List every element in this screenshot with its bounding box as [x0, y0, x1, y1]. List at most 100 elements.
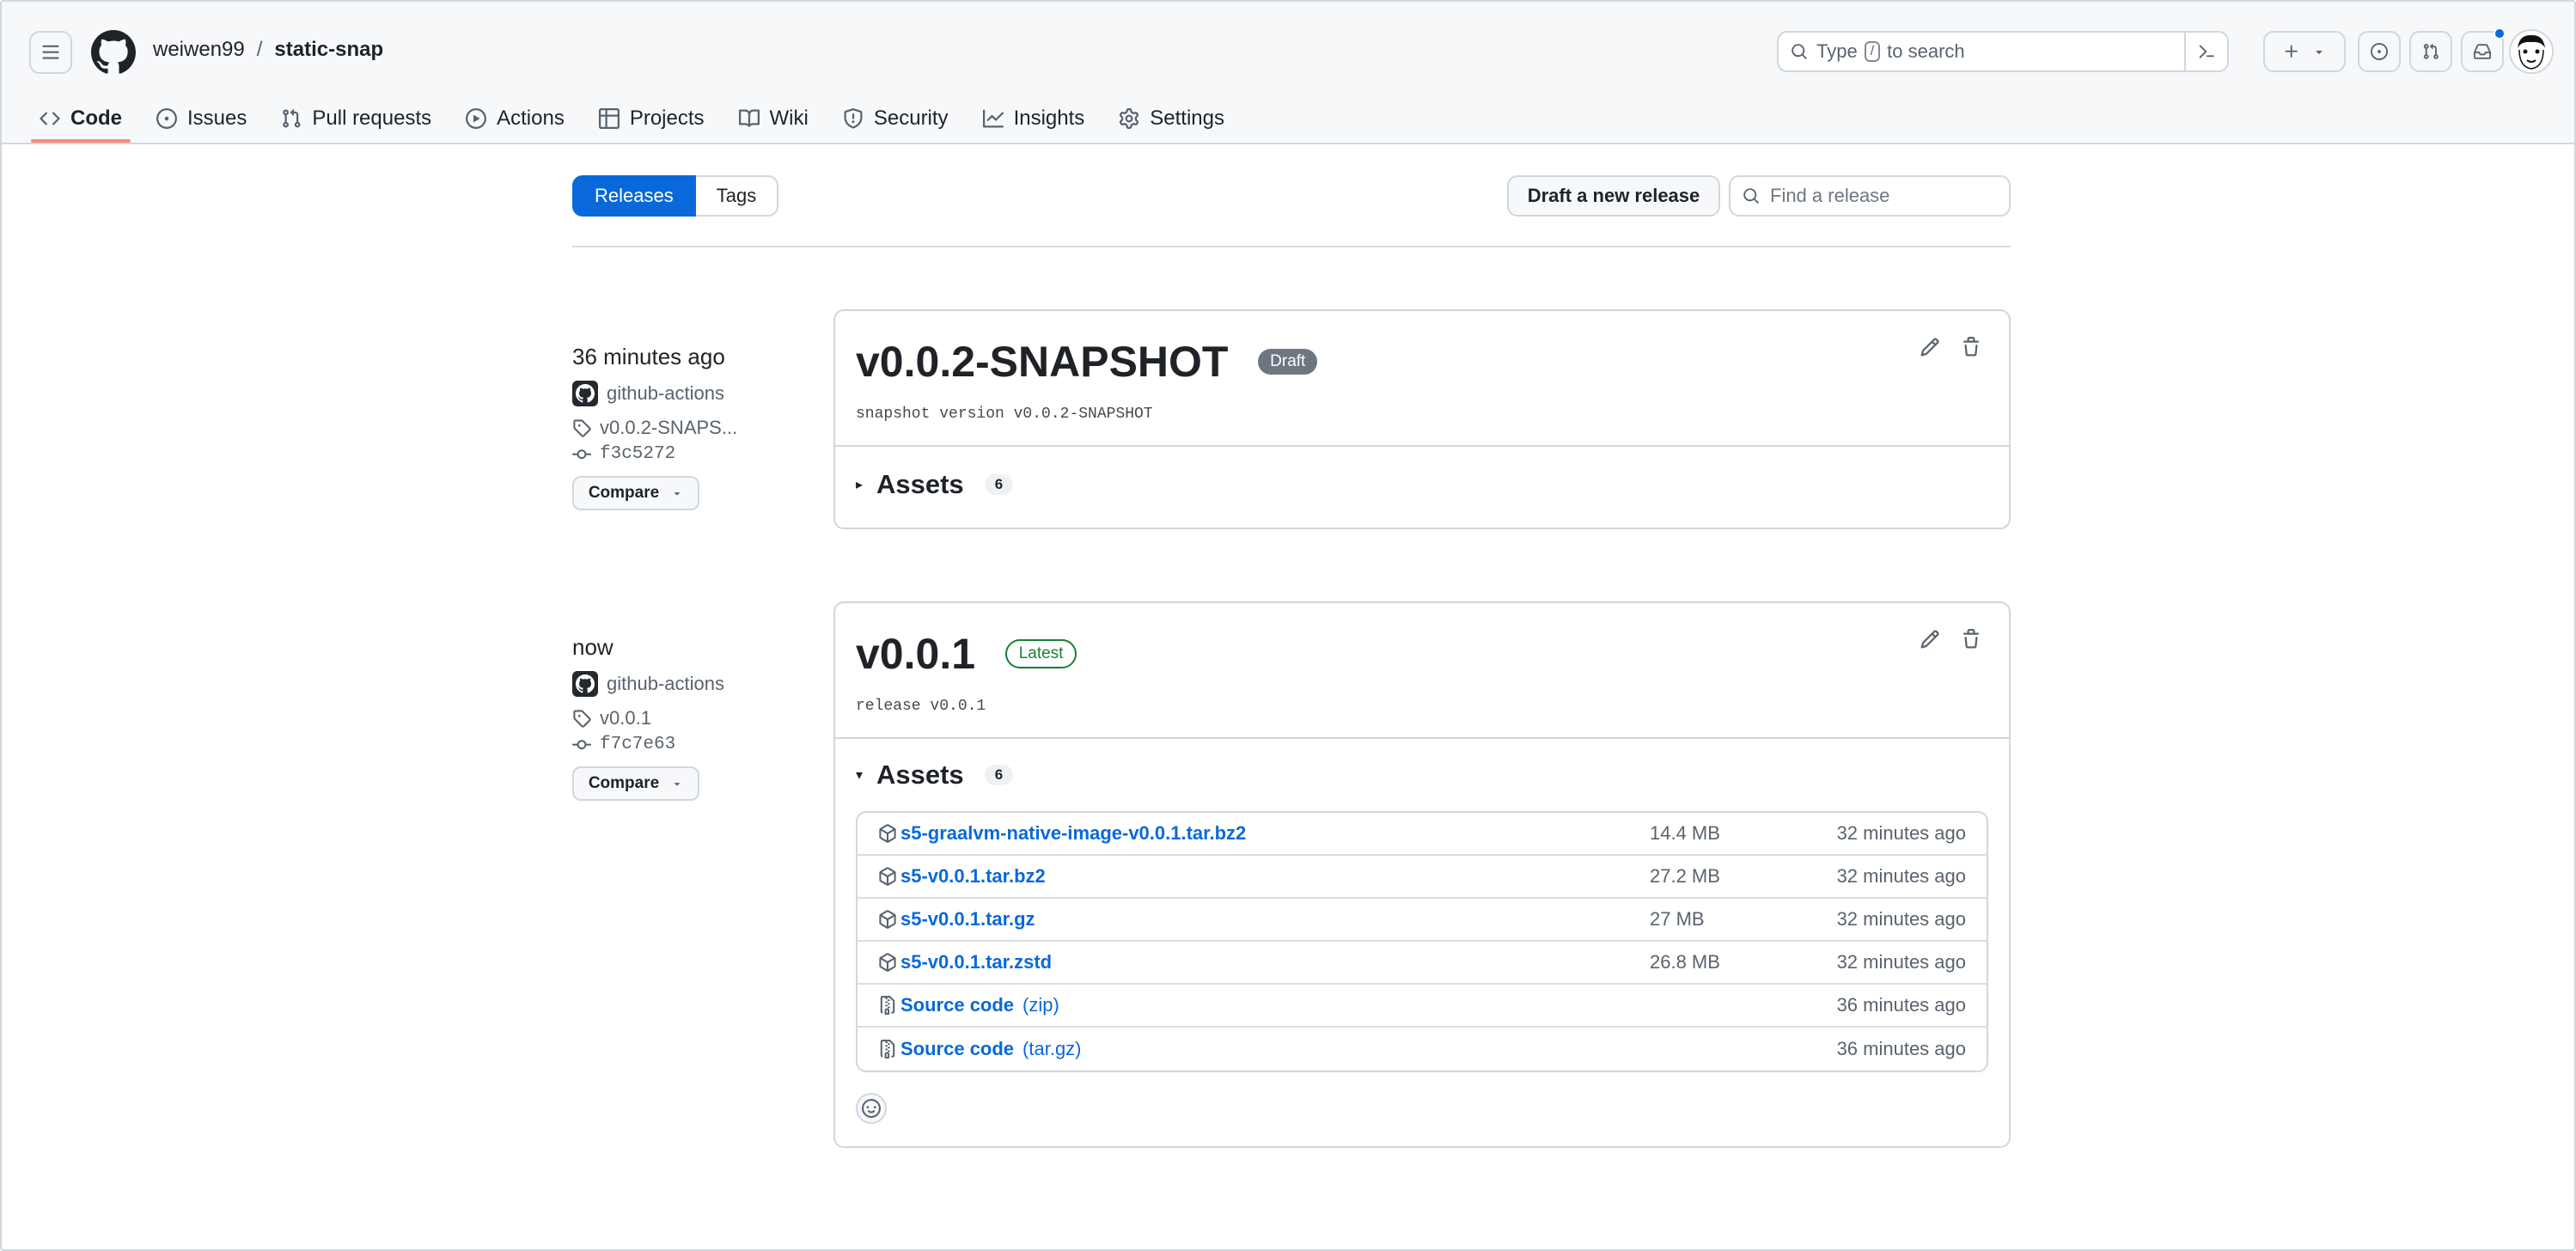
- pencil-icon[interactable]: [1920, 629, 1940, 650]
- github-actions-avatar: [572, 381, 598, 406]
- command-palette-button[interactable]: [2184, 33, 2227, 70]
- tab-pull-requests[interactable]: Pull requests: [267, 95, 445, 143]
- global-search-input[interactable]: Type / to search: [1777, 31, 2229, 72]
- release-card-draft: v0.0.2-SNAPSHOT Draft snapshot version v…: [833, 309, 2011, 529]
- assets-toggle[interactable]: ▾ Assets 6: [835, 739, 2009, 811]
- tab-issues[interactable]: Issues: [143, 95, 260, 143]
- asset-link[interactable]: Source code (zip): [878, 994, 1059, 1016]
- release-commit[interactable]: f3c5272: [572, 444, 830, 464]
- tab-insights[interactable]: Insights: [969, 95, 1099, 143]
- header-divider: [572, 246, 2011, 247]
- release-author[interactable]: github-actions: [572, 671, 830, 697]
- release-time: now: [572, 634, 613, 660]
- github-mark-icon: [576, 674, 595, 693]
- find-release-input[interactable]: Find a release: [1729, 175, 2011, 217]
- tab-label: Projects: [629, 107, 705, 130]
- author-name: github-actions: [607, 382, 724, 404]
- github-mark-icon: [576, 384, 595, 403]
- commit-icon: [572, 739, 591, 749]
- release-card-latest: v0.0.1 Latest release v0.0.1 ▾ Assets 6 …: [833, 601, 2011, 1148]
- tab-label: Issues: [187, 107, 247, 130]
- compare-button[interactable]: Compare: [572, 766, 699, 801]
- release-title[interactable]: v0.0.1: [856, 629, 975, 679]
- release-actions: [1920, 337, 1981, 357]
- repo-tab-bar: Code Issues Pull requests Actions Projec…: [26, 95, 1245, 144]
- tab-security[interactable]: Security: [829, 95, 962, 143]
- releases-tab[interactable]: Releases: [572, 175, 696, 217]
- tab-settings[interactable]: Settings: [1105, 95, 1238, 143]
- app-header: weiwen99 / static-snap Type / to search: [2, 2, 2574, 144]
- browser-frame: weiwen99 / static-snap Type / to search: [0, 0, 2576, 1251]
- avatar-face-icon: [2511, 31, 2552, 72]
- gear-icon: [1120, 108, 1139, 129]
- assets-count: 6: [984, 765, 1014, 785]
- tab-projects[interactable]: Projects: [585, 95, 718, 143]
- asset-row: s5-v0.0.1.tar.bz2 27.2 MB 32 minutes ago: [858, 856, 1987, 899]
- pull-request-icon: [2423, 43, 2439, 59]
- tab-wiki[interactable]: Wiki: [725, 95, 822, 143]
- repo-owner-link[interactable]: weiwen99: [153, 38, 245, 62]
- commit-icon: [572, 449, 591, 459]
- find-release-placeholder: Find a release: [1770, 185, 1890, 206]
- assets-title: Assets: [876, 469, 964, 499]
- assets-toggle[interactable]: ▸ Assets 6: [835, 447, 2009, 528]
- expanded-caret-icon: ▾: [856, 768, 864, 783]
- package-icon: [879, 824, 896, 843]
- tab-label: Code: [70, 107, 122, 130]
- breadcrumb-separator: /: [256, 38, 263, 61]
- asset-link[interactable]: Source code (tar.gz): [878, 1038, 1082, 1060]
- table-icon: [598, 108, 620, 129]
- trash-icon[interactable]: [1961, 337, 1981, 357]
- tag-name: v0.0.1: [600, 707, 651, 729]
- github-logo-icon[interactable]: [91, 30, 136, 75]
- asset-row: s5-v0.0.1.tar.gz 27 MB 32 minutes ago: [858, 899, 1987, 942]
- collapsed-caret-icon: ▸: [856, 478, 864, 492]
- asset-row: Source code (zip) 36 minutes ago: [858, 985, 1987, 1028]
- asset-name: Source code: [900, 994, 1015, 1016]
- compare-button[interactable]: Compare: [572, 476, 699, 510]
- repo-name-link[interactable]: static-snap: [274, 38, 383, 62]
- latest-badge: Latest: [1004, 639, 1077, 668]
- asset-row: Source code (tar.gz) 36 minutes ago: [858, 1028, 1987, 1071]
- issues-button[interactable]: [2358, 31, 2401, 72]
- asset-format: (zip): [1022, 994, 1059, 1016]
- pull-request-icon: [283, 108, 301, 128]
- menu-button[interactable]: [29, 31, 72, 74]
- asset-date: 32 minutes ago: [1836, 951, 1966, 973]
- release-tag[interactable]: v0.0.2-SNAPS...: [572, 417, 830, 439]
- asset-link[interactable]: s5-v0.0.1.tar.bz2: [878, 865, 1046, 888]
- asset-date: 32 minutes ago: [1836, 822, 1966, 844]
- asset-link[interactable]: s5-graalvm-native-image-v0.0.1.tar.bz2: [878, 822, 1246, 845]
- caret-down-icon: [2316, 51, 2323, 54]
- asset-link[interactable]: s5-v0.0.1.tar.gz: [878, 908, 1035, 931]
- tab-actions[interactable]: Actions: [452, 95, 578, 143]
- release-commit[interactable]: f7c7e63: [572, 735, 830, 754]
- release-card-header: v0.0.2-SNAPSHOT Draft snapshot version v…: [835, 311, 2009, 447]
- trash-icon[interactable]: [1961, 629, 1981, 650]
- hamburger-icon: [42, 45, 59, 59]
- search-icon: [1792, 44, 1807, 59]
- draft-new-release-button[interactable]: Draft a new release: [1507, 175, 1720, 217]
- create-new-button[interactable]: [2263, 31, 2346, 72]
- release-title[interactable]: v0.0.2-SNAPSHOT: [856, 337, 1228, 387]
- code-icon: [40, 112, 60, 125]
- release-tag[interactable]: v0.0.1: [572, 707, 830, 729]
- user-avatar[interactable]: [2509, 29, 2554, 74]
- tags-tab[interactable]: Tags: [695, 175, 779, 217]
- asset-name: s5-v0.0.1.tar.gz: [900, 908, 1035, 930]
- header-top-row: weiwen99 / static-snap Type / to search: [2, 2, 2574, 101]
- tab-code[interactable]: Code: [26, 95, 136, 143]
- asset-size: 14.4 MB: [1650, 822, 1720, 844]
- pull-requests-button[interactable]: [2409, 31, 2452, 72]
- pencil-icon[interactable]: [1920, 337, 1940, 357]
- asset-row: s5-graalvm-native-image-v0.0.1.tar.bz2 1…: [858, 813, 1987, 856]
- asset-format: (tar.gz): [1022, 1038, 1082, 1059]
- release-meta-1: 36 minutes ago github-actions v0.0.2-SNA…: [572, 344, 830, 510]
- release-author[interactable]: github-actions: [572, 381, 830, 406]
- add-reaction-button[interactable]: [856, 1093, 887, 1124]
- tab-label: Settings: [1150, 107, 1224, 130]
- asset-link[interactable]: s5-v0.0.1.tar.zstd: [878, 951, 1052, 973]
- search-suffix-text: to search: [1887, 40, 1965, 62]
- asset-date: 36 minutes ago: [1836, 1038, 1966, 1059]
- graph-icon: [982, 109, 1004, 128]
